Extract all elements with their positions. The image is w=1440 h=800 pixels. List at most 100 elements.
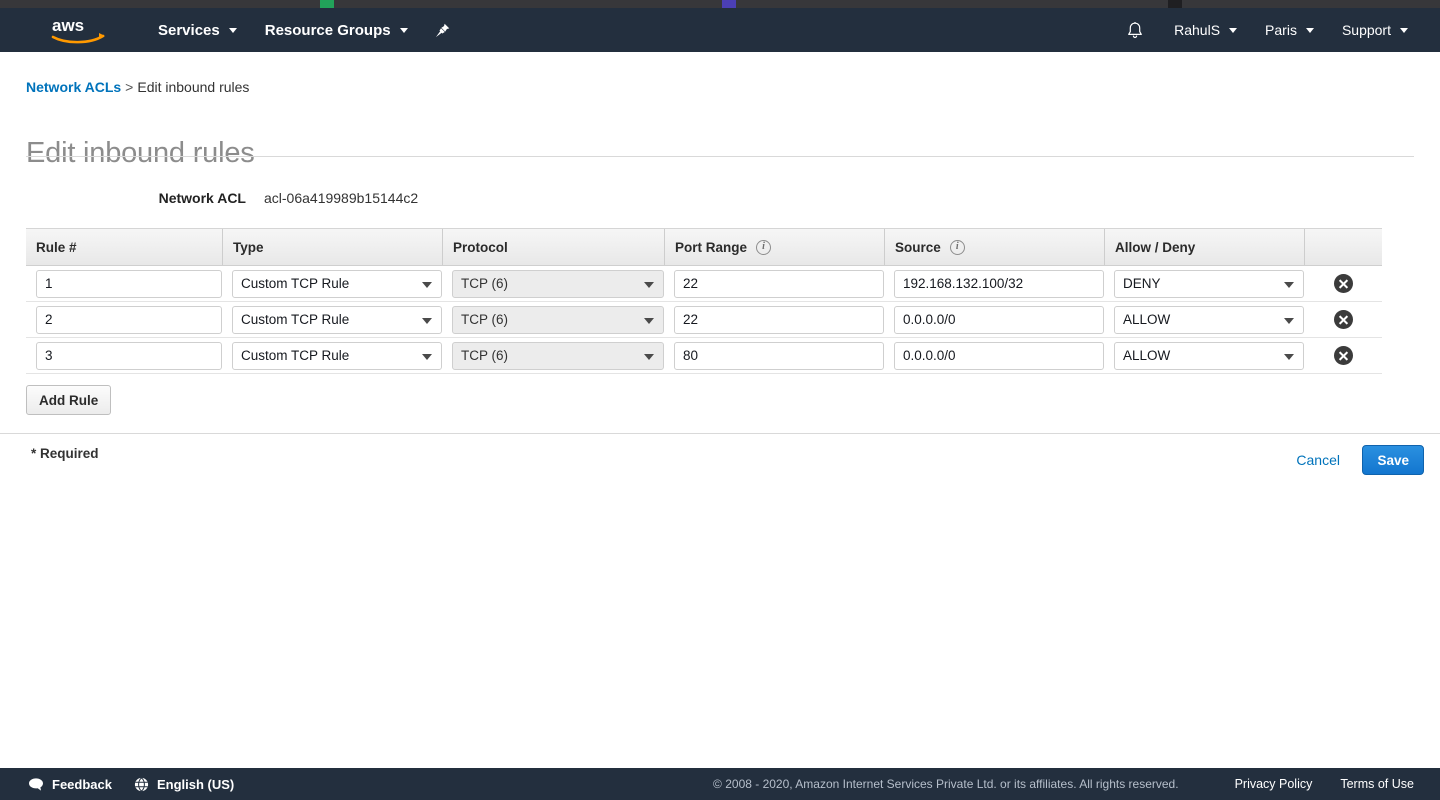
chevron-down-icon xyxy=(1229,28,1237,33)
cell-protocol: TCP (6) xyxy=(442,306,664,334)
type-select[interactable]: Custom TCP Rule xyxy=(232,342,442,370)
nav-item-account[interactable]: RahulS xyxy=(1160,8,1251,52)
feedback-button[interactable]: Feedback xyxy=(28,777,112,792)
column-header-actions xyxy=(1304,229,1382,265)
nav-item-support-label: Support xyxy=(1342,22,1391,38)
terms-of-use-link[interactable]: Terms of Use xyxy=(1340,777,1414,791)
column-header-protocol: Protocol xyxy=(442,229,664,265)
table-row: Custom TCP Rule TCP (6) DENY xyxy=(26,266,1382,302)
footer-right-group: © 2008 - 2020, Amazon Internet Services … xyxy=(713,777,1440,791)
cell-remove xyxy=(1304,310,1382,329)
save-button[interactable]: Save xyxy=(1362,445,1424,475)
cell-source xyxy=(884,270,1104,298)
info-icon[interactable]: i xyxy=(950,240,965,255)
notifications-button[interactable] xyxy=(1110,8,1160,52)
type-select[interactable]: Custom TCP Rule xyxy=(232,270,442,298)
privacy-policy-link[interactable]: Privacy Policy xyxy=(1235,777,1313,791)
browser-tab-chip xyxy=(1168,0,1182,8)
cell-allow-deny: DENY xyxy=(1104,270,1304,298)
column-header-rule-label: Rule # xyxy=(36,240,77,255)
speech-bubble-icon xyxy=(28,777,44,792)
remove-rule-button[interactable] xyxy=(1334,346,1353,365)
protocol-select[interactable]: TCP (6) xyxy=(452,306,664,334)
source-input[interactable] xyxy=(894,270,1104,298)
breadcrumb-separator: > xyxy=(125,79,133,95)
chevron-down-icon xyxy=(1306,28,1314,33)
column-header-port-range: Port Range i xyxy=(664,229,884,265)
allow-deny-select[interactable]: ALLOW xyxy=(1114,342,1304,370)
network-acl-label: Network ACL xyxy=(26,190,246,206)
table-row: Custom TCP Rule TCP (6) ALLOW xyxy=(26,302,1382,338)
pushpin-icon xyxy=(434,22,451,39)
nav-item-region[interactable]: Paris xyxy=(1251,8,1328,52)
language-label: English (US) xyxy=(157,777,234,792)
table-row: Custom TCP Rule TCP (6) ALLOW xyxy=(26,338,1382,374)
aws-global-navbar: aws Services Resource Groups RahulS xyxy=(0,8,1440,52)
type-select-value: Custom TCP Rule xyxy=(241,348,349,363)
actions-divider xyxy=(0,433,1440,434)
navbar-right-group: RahulS Paris Support xyxy=(1110,8,1440,52)
column-header-allow-deny: Allow / Deny xyxy=(1104,229,1304,265)
aws-logo[interactable]: aws xyxy=(50,15,112,45)
type-select[interactable]: Custom TCP Rule xyxy=(232,306,442,334)
cell-remove xyxy=(1304,274,1382,293)
rule-number-input[interactable] xyxy=(36,342,222,370)
aws-logo-icon: aws xyxy=(50,15,112,45)
inbound-rules-table: Rule # Type Protocol Port Range i Source… xyxy=(26,228,1382,374)
nav-item-support[interactable]: Support xyxy=(1328,8,1422,52)
breadcrumb-current: Edit inbound rules xyxy=(137,79,249,95)
nav-item-services[interactable]: Services xyxy=(144,8,251,52)
type-select-value: Custom TCP Rule xyxy=(241,312,349,327)
cell-source xyxy=(884,306,1104,334)
required-note: * Required xyxy=(31,446,99,461)
cancel-button[interactable]: Cancel xyxy=(1296,452,1340,468)
column-header-type: Type xyxy=(222,229,442,265)
nav-item-resource-groups-label: Resource Groups xyxy=(265,22,391,39)
rule-number-input[interactable] xyxy=(36,270,222,298)
allow-deny-select[interactable]: ALLOW xyxy=(1114,306,1304,334)
cell-allow-deny: ALLOW xyxy=(1104,342,1304,370)
browser-tab-chip xyxy=(320,0,334,8)
nav-item-resource-groups[interactable]: Resource Groups xyxy=(251,8,422,52)
protocol-select[interactable]: TCP (6) xyxy=(452,270,664,298)
port-range-input[interactable] xyxy=(674,270,884,298)
add-rule-button[interactable]: Add Rule xyxy=(26,385,111,415)
protocol-select-value: TCP (6) xyxy=(461,312,508,327)
cell-type: Custom TCP Rule xyxy=(222,342,442,370)
source-input[interactable] xyxy=(894,306,1104,334)
title-divider xyxy=(26,156,1414,157)
language-button[interactable]: English (US) xyxy=(134,777,234,792)
cell-type: Custom TCP Rule xyxy=(222,270,442,298)
allow-deny-select[interactable]: DENY xyxy=(1114,270,1304,298)
protocol-select-value: TCP (6) xyxy=(461,348,508,363)
column-header-allow-deny-label: Allow / Deny xyxy=(1115,240,1195,255)
cell-type: Custom TCP Rule xyxy=(222,306,442,334)
breadcrumb-link-network-acls[interactable]: Network ACLs xyxy=(26,79,121,95)
cell-allow-deny: ALLOW xyxy=(1104,306,1304,334)
cell-protocol: TCP (6) xyxy=(442,270,664,298)
port-range-input[interactable] xyxy=(674,342,884,370)
site-footer: Feedback English (US) © 2008 - 2020, Ama… xyxy=(0,768,1440,800)
source-input[interactable] xyxy=(894,342,1104,370)
protocol-select[interactable]: TCP (6) xyxy=(452,342,664,370)
cell-remove xyxy=(1304,346,1382,365)
port-range-input[interactable] xyxy=(674,306,884,334)
cell-source xyxy=(884,342,1104,370)
chevron-down-icon xyxy=(1400,28,1408,33)
remove-rule-button[interactable] xyxy=(1334,274,1353,293)
pin-shortcut-button[interactable] xyxy=(422,8,463,52)
network-acl-value: acl-06a419989b15144c2 xyxy=(264,190,418,206)
svg-text:aws: aws xyxy=(52,16,84,35)
bell-icon xyxy=(1126,21,1144,40)
info-icon[interactable]: i xyxy=(756,240,771,255)
type-select-value: Custom TCP Rule xyxy=(241,276,349,291)
column-header-source: Source i xyxy=(884,229,1104,265)
cell-rule-number xyxy=(26,270,222,298)
remove-rule-button[interactable] xyxy=(1334,310,1353,329)
column-header-type-label: Type xyxy=(233,240,264,255)
browser-tab-strip xyxy=(0,0,1440,8)
network-acl-row: Network ACL acl-06a419989b15144c2 xyxy=(26,190,1414,206)
rule-number-input[interactable] xyxy=(36,306,222,334)
footer-left-group: Feedback English (US) xyxy=(0,777,256,792)
feedback-label: Feedback xyxy=(52,777,112,792)
